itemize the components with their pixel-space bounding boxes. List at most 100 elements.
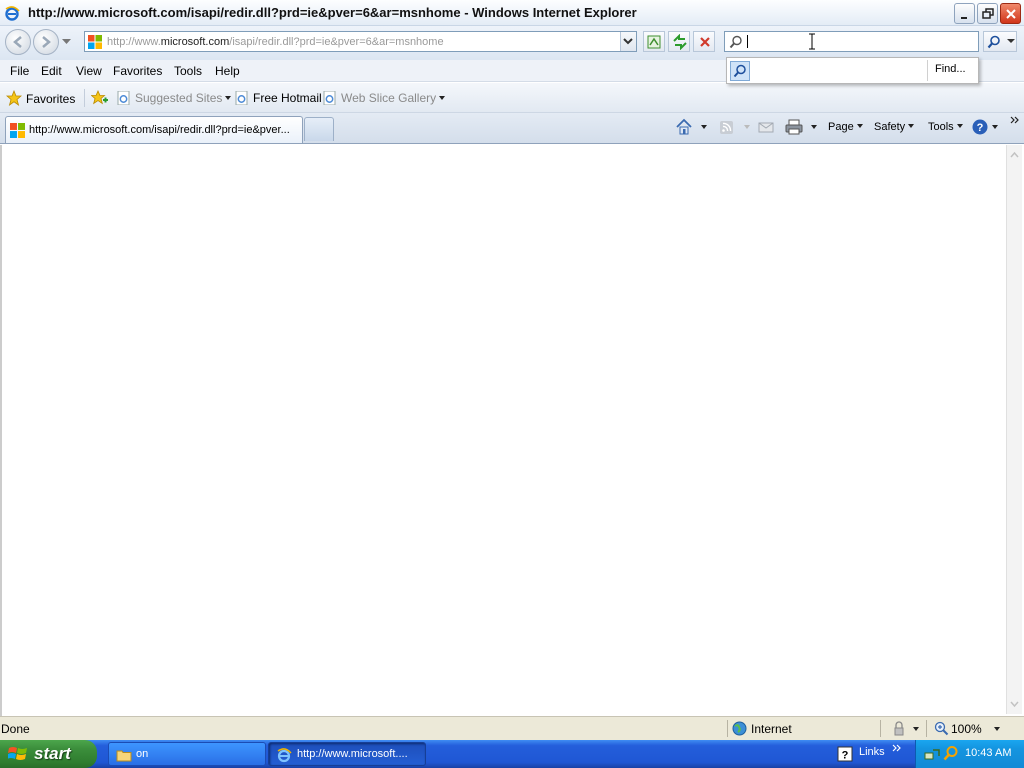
taskbar-button-label: on [136,748,149,760]
back-button[interactable] [5,29,31,55]
links-toolbar-label[interactable]: Links [859,746,885,758]
chevron-double-right-icon[interactable] [1010,115,1020,125]
search-suggestion-button[interactable] [730,61,750,81]
internet-zone-globe-icon [732,721,747,736]
print-dropdown-icon[interactable] [811,125,817,129]
refresh-icon [673,34,687,50]
favorites-label: Favorites [26,92,76,106]
address-url[interactable]: http://www.microsoft.com/isapi/redir.dll… [107,36,444,48]
windows-logo-icon [8,747,27,760]
menu-edit[interactable]: Edit [41,64,62,78]
start-label: start [34,744,71,763]
status-divider [880,720,881,737]
taskbar-clock: 10:43 AM [965,747,1012,759]
compatibility-view-button[interactable] [643,31,665,52]
ie-page-icon [323,91,336,105]
help-question-icon[interactable]: ? [837,746,853,762]
zoom-level[interactable]: 100% [951,722,982,736]
search-input[interactable] [724,31,979,52]
scroll-up-icon[interactable] [1007,147,1022,163]
status-bar: Done Internet 100% [0,716,1024,740]
home-dropdown-icon[interactable] [701,125,707,129]
taskbar-button-ie[interactable]: http://www.microsoft.... [268,742,426,766]
svg-text:?: ? [842,750,849,762]
zoom-dropdown-icon[interactable] [994,727,1000,731]
menu-help[interactable]: Help [215,64,240,78]
rss-feeds-icon[interactable] [718,118,736,136]
url-path: /isapi/redir.dll?prd=ie&pver=6&ar=msnhom… [229,36,444,48]
scroll-down-icon[interactable] [1007,696,1022,712]
system-tray: 10:43 AM [915,740,1024,768]
ie-page-icon [235,91,248,105]
title-bar: http://www.microsoft.com/isapi/redir.dll… [0,0,1024,26]
search-suggestions-dropdown: Find... [726,57,979,84]
protected-mode-dropdown-icon[interactable] [913,727,919,731]
help-icon[interactable]: ? [971,118,989,136]
find-on-page-link[interactable]: Find... [935,63,966,75]
suggested-sites-label: Suggested Sites [135,91,223,105]
tab-title: http://www.microsoft.com/isapi/redir.dll… [29,124,290,136]
refresh-button[interactable] [668,31,690,52]
zoom-icon[interactable] [934,721,949,736]
window-title: http://www.microsoft.com/isapi/redir.dll… [28,5,637,20]
safety-menu-button[interactable]: Safety [874,121,915,133]
tools-menu-label: Tools [928,121,954,133]
help-dropdown-icon[interactable] [992,125,998,129]
favorites-bar: Favorites Suggested Sites Free Hotmail W… [0,83,1024,113]
web-slice-gallery-link[interactable]: Web Slice Gallery [323,91,446,105]
address-bar[interactable]: http://www.microsoft.com/isapi/redir.dll… [84,31,637,52]
page-menu-button[interactable]: Page [828,121,863,133]
minimize-icon [961,17,967,19]
favorites-button[interactable]: Favorites [6,90,75,106]
search-go-button[interactable] [983,31,1017,52]
vertical-scrollbar[interactable] [1006,145,1022,714]
forward-button[interactable] [33,29,59,55]
suggested-sites-link[interactable]: Suggested Sites [117,91,232,105]
recent-pages-dropdown-icon[interactable] [62,39,71,45]
suggestion-divider [927,60,928,81]
security-zone-label[interactable]: Internet [751,722,792,736]
url-domain: microsoft.com [160,36,230,48]
read-mail-icon[interactable] [757,118,775,136]
close-button[interactable] [1000,3,1021,24]
add-to-favorites-icon[interactable] [91,90,109,106]
close-icon [1006,9,1016,19]
home-icon[interactable] [675,118,693,136]
page-content-area[interactable] [0,145,1024,716]
chevron-down-icon [225,96,232,100]
status-text: Done [1,722,30,736]
svg-text:?: ? [977,122,984,134]
chevron-double-right-icon[interactable] [892,743,902,753]
search-icon [729,35,742,49]
minimize-button[interactable] [954,3,975,24]
taskbar-button-label: http://www.microsoft.... [297,748,408,760]
tools-menu-button[interactable]: Tools [928,121,963,133]
start-button[interactable]: start [0,740,97,768]
new-tab-button[interactable] [304,117,334,141]
back-arrow-icon [13,36,22,48]
menu-file[interactable]: File [10,64,29,78]
star-icon [6,90,22,106]
stop-button[interactable] [693,31,715,52]
free-hotmail-link[interactable]: Free Hotmail [235,91,322,105]
menu-view[interactable]: View [76,64,102,78]
feeds-dropdown-icon[interactable] [744,125,750,129]
compatibility-view-icon [647,35,661,49]
chevron-down-icon [956,124,963,128]
restore-button[interactable] [977,3,998,24]
status-divider [727,720,728,737]
forward-arrow-icon [42,36,51,48]
tab-current[interactable]: http://www.microsoft.com/isapi/redir.dll… [5,116,303,143]
address-dropdown-button[interactable] [620,32,636,51]
menu-tools[interactable]: Tools [174,64,202,78]
i-beam-cursor-icon [809,33,815,50]
ie-icon [5,6,20,21]
menu-favorites[interactable]: Favorites [113,64,162,78]
taskbar-button-folder[interactable]: on [108,742,266,766]
protected-mode-icon[interactable] [891,721,907,737]
search-icon[interactable] [943,745,959,761]
print-icon[interactable] [785,118,803,136]
tab-bar: http://www.microsoft.com/isapi/redir.dll… [0,113,1024,144]
network-icon[interactable] [924,746,940,762]
search-options-dropdown-icon[interactable] [1007,39,1015,44]
